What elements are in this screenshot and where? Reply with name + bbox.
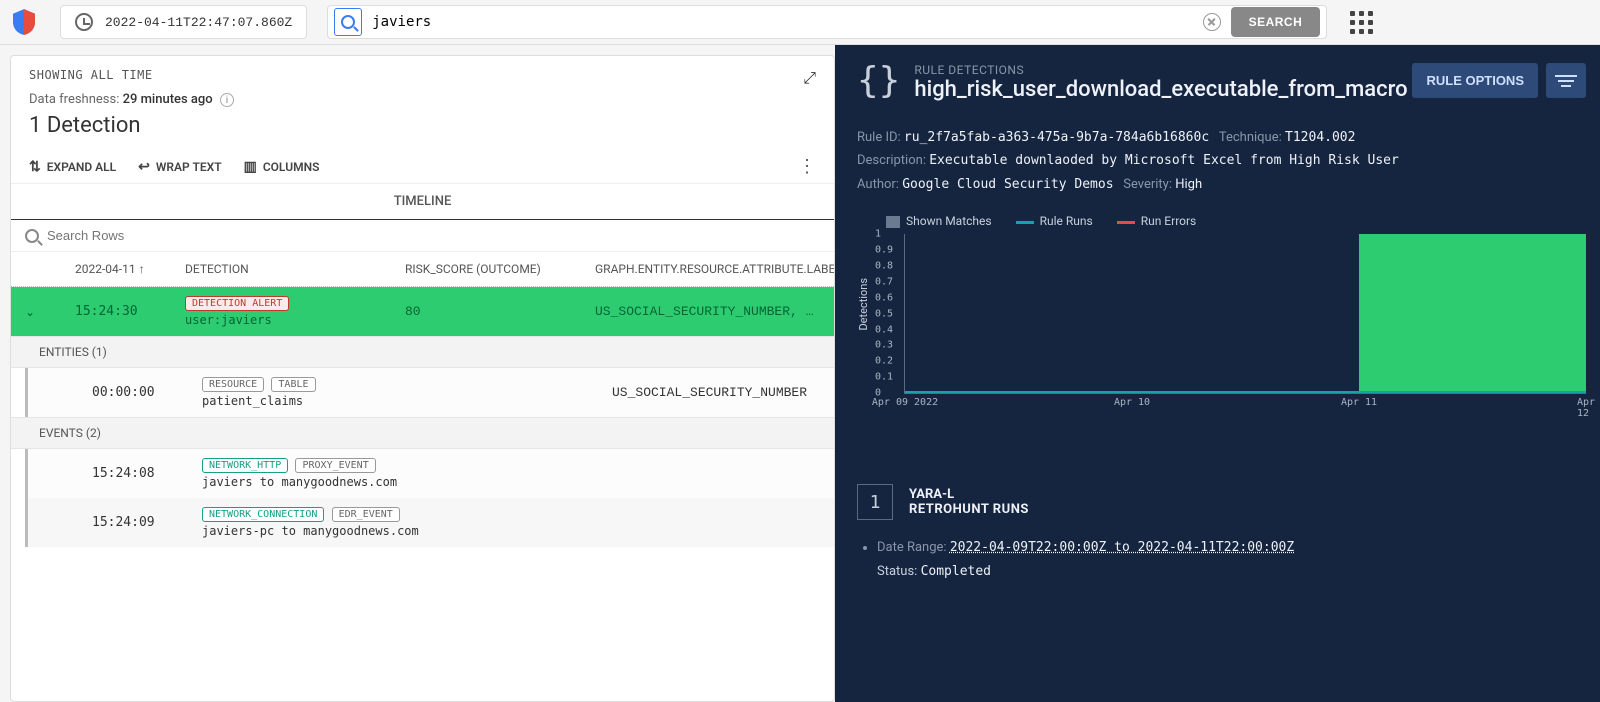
search-input[interactable] bbox=[372, 14, 1202, 30]
entities-header: ENTITIES (1) bbox=[11, 336, 834, 368]
row-search-input[interactable] bbox=[47, 228, 820, 243]
panel-subtitle: RULE DETECTIONS bbox=[914, 63, 1407, 77]
expand-all-button[interactable]: ⇅EXPAND ALL bbox=[29, 159, 116, 175]
app-logo[interactable] bbox=[8, 6, 40, 38]
time-scope-label: SHOWING ALL TIME bbox=[29, 68, 816, 82]
global-search[interactable]: SEARCH bbox=[327, 5, 1327, 39]
col-date[interactable]: 2022-04-11 bbox=[75, 262, 185, 276]
rule-details-panel: RULE OPTIONS {} RULE DETECTIONS high_ris… bbox=[835, 45, 1600, 702]
timeline-header: TIMELINE bbox=[11, 184, 834, 220]
filter-icon bbox=[1558, 80, 1574, 82]
chevron-down-icon[interactable]: ⌄ bbox=[25, 305, 75, 319]
rule-title: high_risk_user_download_executable_from_… bbox=[914, 77, 1407, 102]
alert-badge: DETECTION ALERT bbox=[185, 296, 289, 311]
event-row[interactable]: 15:24:09 NETWORK_CONNECTION EDR_EVENT ja… bbox=[25, 498, 834, 547]
detection-count: 1 Detection bbox=[29, 113, 816, 138]
time-range-picker[interactable]: 2022-04-11T22:47:07.860Z bbox=[60, 5, 307, 39]
clock-icon bbox=[75, 13, 93, 31]
apps-icon[interactable] bbox=[1347, 8, 1375, 36]
clear-search-icon[interactable] bbox=[1203, 13, 1221, 31]
braces-icon: {} bbox=[857, 63, 900, 99]
search-icon bbox=[334, 8, 362, 36]
rule-options-button[interactable]: RULE OPTIONS bbox=[1412, 63, 1538, 98]
search-button[interactable]: SEARCH bbox=[1231, 7, 1321, 37]
events-header: EVENTS (2) bbox=[11, 417, 834, 449]
wrap-text-button[interactable]: ↩WRAP TEXT bbox=[138, 159, 221, 175]
detections-chart: Detections Shown Matches Rule Runs Run E… bbox=[857, 214, 1586, 394]
data-freshness: Data freshness: 29 minutes ago i bbox=[29, 92, 816, 107]
col-graph[interactable]: GRAPH.ENTITY.RESOURCE.ATTRIBUTE.LABELS bbox=[595, 262, 835, 276]
filter-button[interactable] bbox=[1546, 63, 1586, 98]
col-risk[interactable]: RISK_SCORE (OUTCOME) bbox=[405, 262, 595, 276]
entity-row[interactable]: 00:00:00 RESOURCE TABLE patient_claims U… bbox=[25, 368, 834, 417]
info-icon[interactable]: i bbox=[220, 93, 234, 107]
col-detection[interactable]: DETECTION bbox=[185, 262, 405, 276]
more-menu-icon[interactable]: ⋮ bbox=[798, 156, 816, 177]
timestamp-value: 2022-04-11T22:47:07.860Z bbox=[105, 15, 292, 30]
columns-button[interactable]: ▥COLUMNS bbox=[244, 159, 320, 175]
detection-alert-row[interactable]: ⌄ 15:24:30 DETECTION ALERT user:javiers … bbox=[11, 287, 834, 336]
expand-panel-icon[interactable]: ⤢ bbox=[803, 68, 816, 88]
rule-metadata: Rule ID: ru_2f7a5fab-a363-475a-9b7a-784a… bbox=[857, 126, 1586, 196]
retrohunt-section: 1 YARA-L RETROHUNT RUNS bbox=[857, 484, 1586, 520]
table-header: 2022-04-11 DETECTION RISK_SCORE (OUTCOME… bbox=[11, 252, 834, 287]
detections-panel: ⤢ SHOWING ALL TIME Data freshness: 29 mi… bbox=[10, 55, 835, 702]
search-icon bbox=[25, 229, 39, 243]
event-row[interactable]: 15:24:08 NETWORK_HTTP PROXY_EVENT javier… bbox=[25, 449, 834, 498]
